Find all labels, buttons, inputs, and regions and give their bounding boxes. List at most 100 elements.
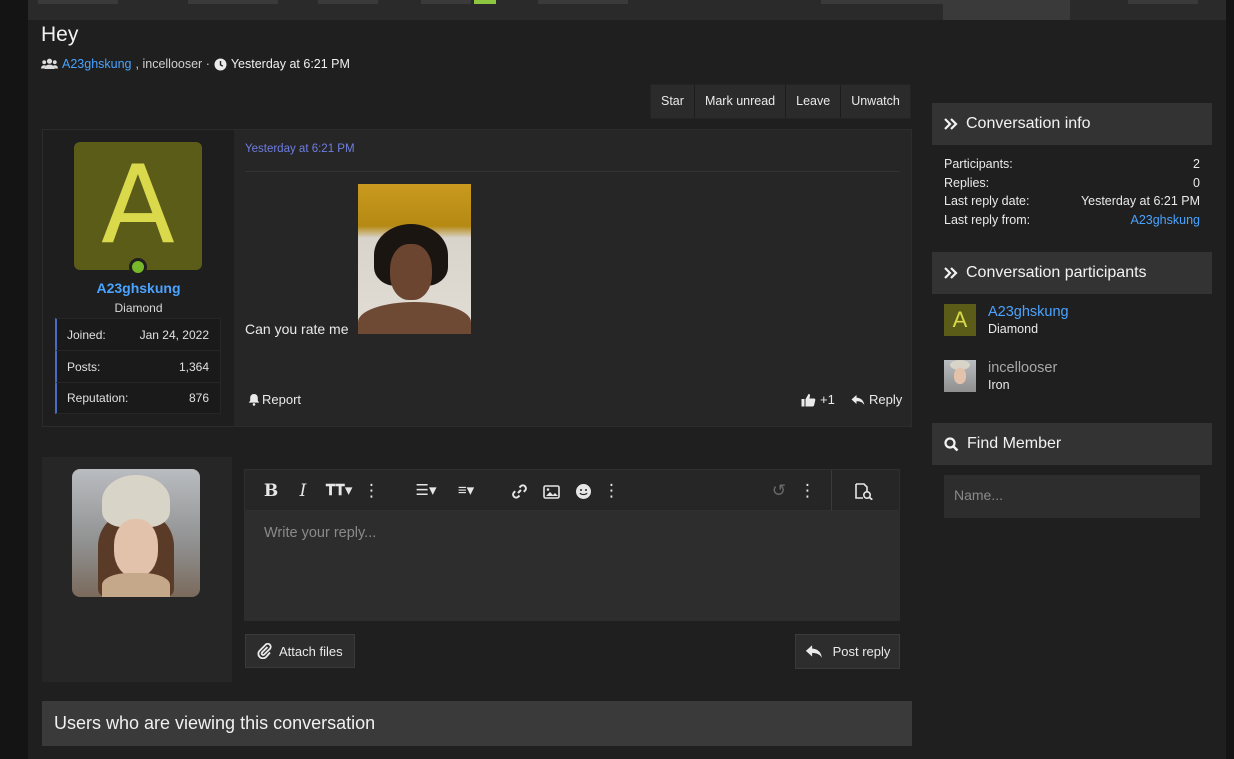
viewing-users-block: Users who are viewing this conversation [42,701,912,746]
report-button[interactable]: Report [248,392,301,407]
avatar[interactable] [944,360,976,392]
attach-files-button[interactable]: Attach files [245,634,355,668]
info-replies: Replies: 0 [944,176,1200,195]
top-navigation-bar [28,0,1226,20]
message: A A23ghskung Diamond Joined: Jan 24, 2022… [42,129,912,427]
info-value: 2 [1193,157,1200,171]
double-chevron-right-icon [944,267,958,279]
nav-item[interactable] [421,0,471,4]
thread-meta: A23ghskung, incellooser · Yesterday at 6… [41,57,350,71]
composer-user-panel [42,457,232,682]
reply-composer: B I 𝐓𝐓▾ ⋮ ☰▾ ≡▾ ⋮ ↺ ⋮ Write your reply..… [42,457,912,682]
list-icon[interactable]: ☰▾ [409,470,443,512]
info-participants: Participants: 2 [944,157,1200,176]
stat-label: Joined: [67,327,106,342]
more-text-icon[interactable]: ⋮ [363,470,380,512]
image-content [358,302,471,334]
reply-icon [805,645,822,658]
stat-value: 876 [188,391,209,405]
page: Hey A23ghskung, incellooser · Yesterday … [28,0,1226,759]
attach-label: Attach files [279,643,343,659]
last-reply-user-link[interactable]: A23ghskung [1130,213,1200,232]
unwatch-button[interactable]: Unwatch [841,85,910,118]
reply-editor[interactable]: Write your reply... [244,511,900,621]
post-reply-label: Post reply [832,644,891,659]
text-size-icon[interactable]: 𝐓𝐓▾ [321,470,357,512]
avatar[interactable]: A [944,304,976,336]
reply-button[interactable]: Reply [851,392,902,407]
find-member-title: Find Member [967,435,1062,452]
participants-title: Conversation participants [966,264,1147,281]
nav-search[interactable] [1128,0,1198,4]
stat-reputation: Reputation: 876 [55,382,221,414]
message-date[interactable]: Yesterday at 6:21 PM [245,143,355,155]
stat-label: Reputation: [67,391,129,405]
page-title: Hey [41,23,79,46]
divider [245,171,900,172]
smiley-icon[interactable] [571,470,595,512]
report-label: Report [262,392,302,407]
current-user-avatar[interactable] [72,469,200,597]
editor-placeholder: Write your reply... [264,525,377,541]
conversation-info-header: Conversation info [932,103,1212,145]
more-insert-icon[interactable]: ⋮ [603,470,620,512]
bell-icon [248,394,260,406]
mark-unread-button[interactable]: Mark unread [695,85,787,118]
image-icon[interactable] [539,470,563,512]
nav-item[interactable] [38,0,118,4]
paperclip-icon [257,643,272,659]
message-text: Can you rate me [245,321,349,337]
editor-toolbar: B I 𝐓𝐓▾ ⋮ ☰▾ ≡▾ ⋮ ↺ ⋮ [244,469,900,512]
message-user-panel: A A23ghskung Diamond Joined: Jan 24, 2022… [43,130,234,426]
conversation-info-list: Participants: 2 Replies: 0 Last reply date… [932,145,1212,231]
more-options-icon[interactable]: ⋮ [799,470,816,512]
info-label: Last reply date: [944,194,1030,208]
participants-header: Conversation participants [932,252,1212,294]
stat-posts: Posts: 1,364 [55,350,221,382]
nav-account[interactable] [821,0,943,4]
like-button[interactable]: +1 [801,392,835,407]
stat-joined: Joined: Jan 24, 2022 [55,318,221,350]
info-last-reply-from: Last reply from: A23ghskung [944,213,1200,232]
nav-item[interactable] [318,0,378,4]
avatar[interactable]: A [74,142,202,270]
info-label: Replies: [944,175,990,190]
bold-icon[interactable]: B [261,470,281,512]
align-icon[interactable]: ≡▾ [449,470,483,512]
double-chevron-right-icon [944,118,958,130]
thumbs-up-icon [801,393,816,406]
post-reply-button[interactable]: Post reply [795,634,900,669]
undo-icon[interactable]: ↺ [767,470,791,512]
message-image[interactable] [358,184,471,334]
stat-value: 1,364 [178,359,209,374]
link-icon[interactable] [507,470,531,512]
user-stats: Joined: Jan 24, 2022 Posts: 1,364 Reputati… [55,318,221,414]
composer-main: B I 𝐓𝐓▾ ⋮ ☰▾ ≡▾ ⋮ ↺ ⋮ Write your reply..… [232,457,912,682]
leave-button[interactable]: Leave [786,85,842,118]
star-button[interactable]: Star [651,85,695,118]
participants-list: A A23ghskung Diamond incellooser Iron [932,294,1212,416]
participant-rank: Diamond [988,322,1039,336]
participant-name[interactable]: A23ghskung [988,304,1069,320]
message-username[interactable]: A23ghskung [43,280,234,296]
participant-rank: Iron [988,378,1010,392]
find-member-input[interactable]: Name... [944,475,1200,518]
sidebar: Conversation info Participants: 2 Replies… [932,103,1212,518]
nav-item[interactable] [538,0,628,4]
image-content [114,519,158,577]
image-content [390,244,432,300]
info-last-reply-date: Last reply date: Yesterday at 6:21 PM [944,194,1200,213]
image-content [102,573,170,597]
list-item[interactable]: incellooser Iron [944,360,1200,416]
participant-name[interactable]: incellooser [988,360,1057,376]
viewing-heading: Users who are viewing this conversation [54,713,376,733]
reply-label: Reply [869,392,903,407]
preview-icon[interactable] [849,470,879,512]
thread-starter-link[interactable]: A23ghskung [62,57,132,71]
user-title: Diamond [114,301,163,315]
nav-item-active[interactable] [943,0,1070,20]
users-icon [41,58,58,69]
list-item[interactable]: A A23ghskung Diamond [944,304,1200,360]
nav-item[interactable] [188,0,278,4]
italic-icon[interactable]: I [295,470,311,512]
